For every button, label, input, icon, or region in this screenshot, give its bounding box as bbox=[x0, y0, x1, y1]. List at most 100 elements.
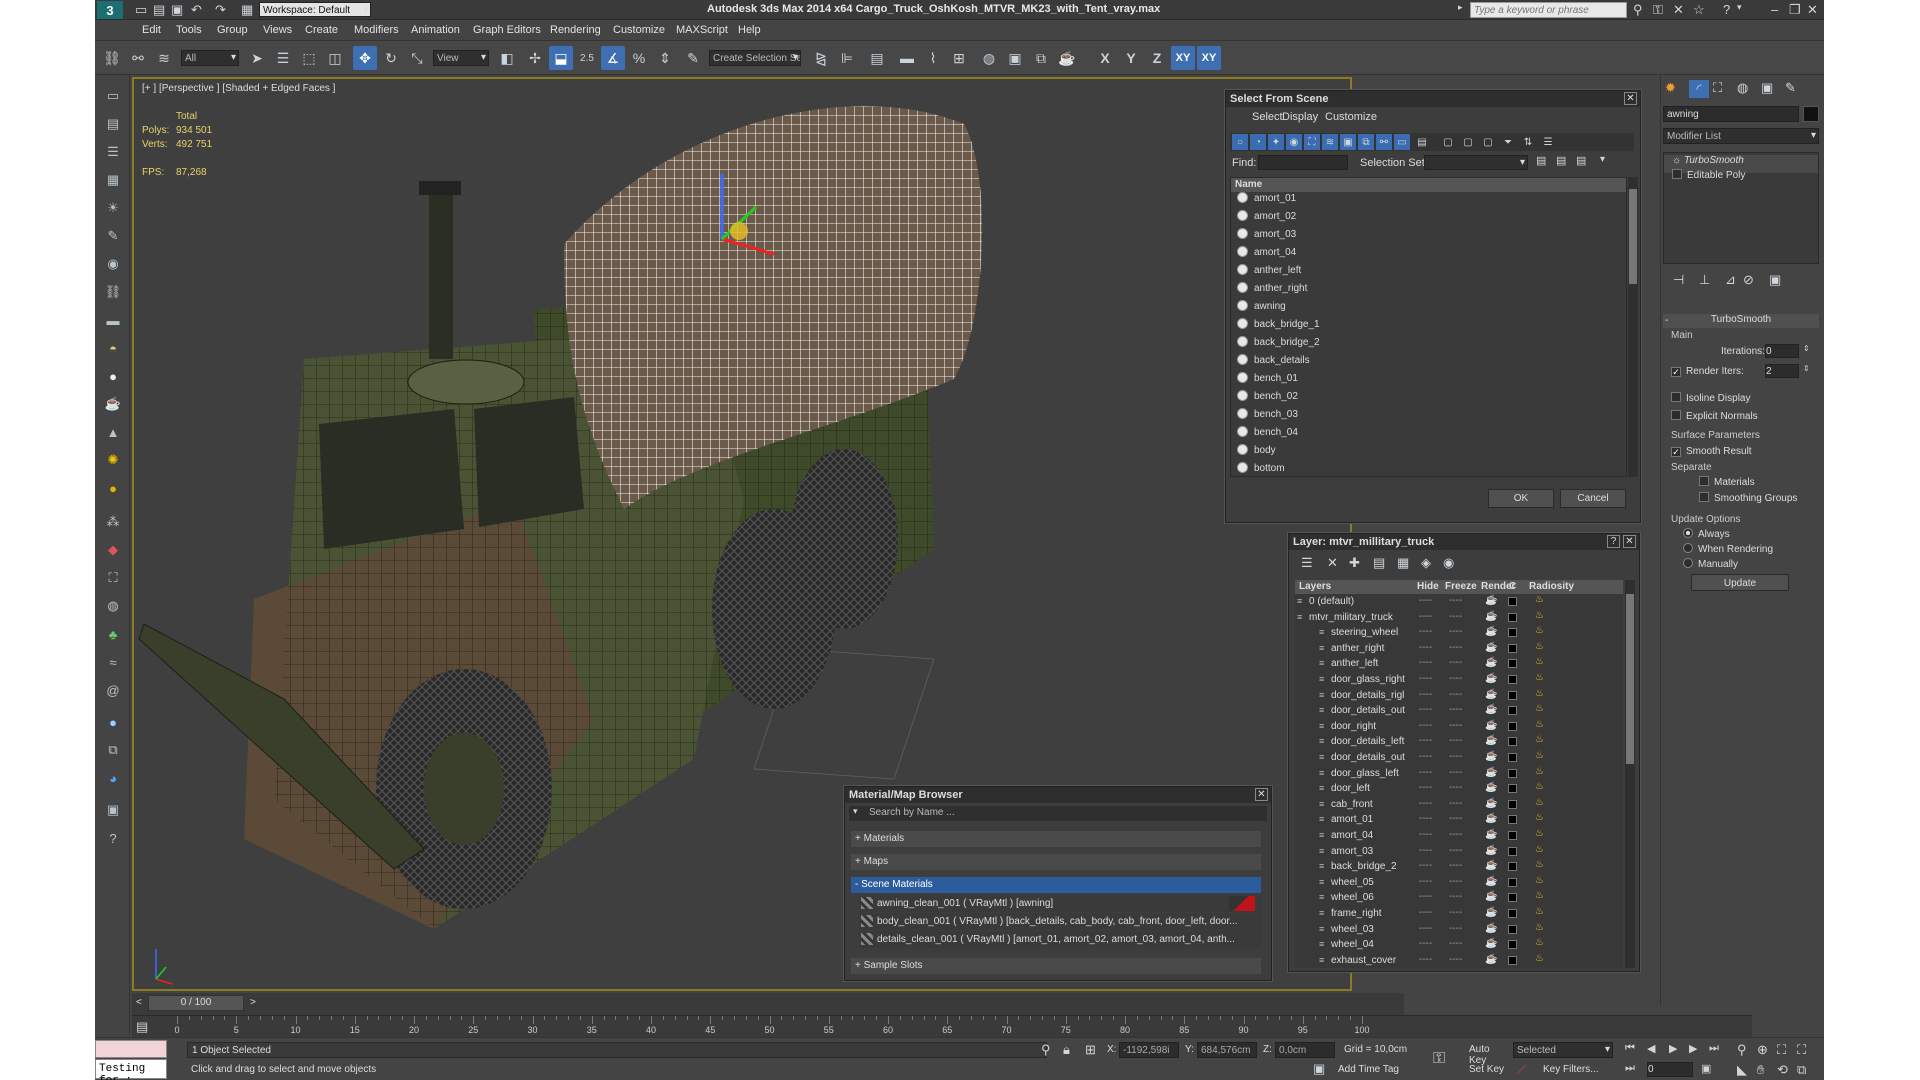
ribbon-toggle-icon[interactable]: ▬ bbox=[895, 46, 919, 70]
filter-cameras-icon[interactable]: ◉ bbox=[1286, 134, 1302, 150]
layer-color-swatch[interactable] bbox=[1508, 924, 1517, 934]
teapot-render-icon[interactable]: ☕ bbox=[1485, 845, 1497, 856]
layer-color-swatch[interactable] bbox=[1508, 862, 1517, 872]
hide-toggle[interactable]: ---- bbox=[1419, 751, 1432, 762]
layer-row[interactable]: ≡ mtvr_military_truck ---- ---- ☕ ♨ bbox=[1295, 610, 1623, 625]
teapot-render-icon[interactable]: ☕ bbox=[1485, 657, 1497, 668]
next-frame-icon[interactable]: ▶︎ bbox=[1689, 1042, 1697, 1055]
layer-color-swatch[interactable] bbox=[1508, 721, 1517, 731]
update-manually-radio[interactable]: Manually bbox=[1683, 558, 1738, 570]
filter-containers-icon[interactable]: ▭ bbox=[1394, 134, 1410, 150]
group-maps[interactable]: + Maps bbox=[851, 854, 1261, 870]
hide-toggle[interactable]: ---- bbox=[1419, 798, 1432, 809]
teapot-render-icon[interactable]: ☕ bbox=[1485, 938, 1497, 949]
freeze-toggle[interactable]: ---- bbox=[1449, 907, 1462, 918]
teapot-render-icon[interactable]: ☕ bbox=[1485, 704, 1497, 715]
unlink-icon[interactable]: ⚯ bbox=[126, 46, 150, 70]
selection-lock-icon[interactable]: 🔒︎ bbox=[1063, 1042, 1070, 1058]
keyboard-shortcut-override-icon[interactable]: ⬓ bbox=[549, 46, 573, 70]
help-icon[interactable]: ? bbox=[1607, 535, 1620, 548]
spinner-snap-icon[interactable]: ⇕ bbox=[653, 46, 677, 70]
layer-color-swatch[interactable] bbox=[1508, 955, 1517, 965]
remove-modifier-icon[interactable]: ⊘ bbox=[1743, 272, 1754, 288]
freeze-toggle[interactable]: ---- bbox=[1449, 798, 1462, 809]
edit-named-selection-icon[interactable]: ✎ bbox=[681, 46, 705, 70]
layer-object-row[interactable]: ≡ door_details_out ---- ---- ☕ ♨ bbox=[1295, 703, 1623, 718]
pivot-center-icon[interactable]: ◧ bbox=[495, 46, 519, 70]
radiosity-lamp-icon[interactable]: ♨ bbox=[1535, 750, 1544, 761]
sun-icon[interactable]: ✺ bbox=[102, 449, 124, 471]
teapot-render-icon[interactable]: ☕ bbox=[1485, 595, 1497, 606]
radiosity-lamp-icon[interactable]: ♨ bbox=[1535, 922, 1544, 933]
hide-toggle[interactable]: ---- bbox=[1419, 891, 1432, 902]
radiosity-lamp-icon[interactable]: ♨ bbox=[1535, 594, 1544, 605]
freeze-toggle[interactable]: ---- bbox=[1449, 782, 1462, 793]
teapot-render-icon[interactable]: ☕ bbox=[1485, 860, 1497, 871]
radiosity-lamp-icon[interactable]: ♨ bbox=[1535, 625, 1544, 636]
list-options-icon[interactable]: ☰ bbox=[1540, 134, 1556, 150]
hide-toggle[interactable]: ---- bbox=[1419, 595, 1432, 606]
hide-toggle[interactable]: ---- bbox=[1419, 782, 1432, 793]
menu-maxscript[interactable]: MAXScript bbox=[676, 24, 728, 36]
undo-icon[interactable]: ↶ bbox=[191, 2, 202, 18]
modify-tab-icon[interactable]: ◜ bbox=[1689, 80, 1709, 98]
freeze-toggle[interactable]: ---- bbox=[1449, 876, 1462, 887]
time-slider[interactable]: < 0 / 100 > bbox=[132, 993, 1404, 1015]
play-icon[interactable]: ▶︎ bbox=[1669, 1042, 1677, 1055]
hide-toggle[interactable]: ---- bbox=[1419, 735, 1432, 746]
previous-frame-icon[interactable]: ◀︎ bbox=[1647, 1042, 1655, 1055]
list-item[interactable]: back_bridge_2 bbox=[1231, 336, 1626, 354]
layer-object-row[interactable]: ≡ back_bridge_2 ---- ---- ☕ ♨ bbox=[1295, 859, 1623, 874]
key-mode-toggle-icon[interactable]: ⏭ bbox=[1625, 1062, 1635, 1075]
plant-icon[interactable]: ♣ bbox=[102, 623, 124, 645]
menu-rendering[interactable]: Rendering bbox=[550, 24, 601, 36]
container-icon[interactable]: ▭ bbox=[102, 85, 124, 107]
teapot-render-icon[interactable]: ☕ bbox=[1485, 829, 1497, 840]
schematic-view-icon[interactable]: ⊞ bbox=[947, 46, 971, 70]
layer-object-row[interactable]: ≡ door_details_rigl ---- ---- ☕ ♨ bbox=[1295, 688, 1623, 703]
key-selection-dropdown[interactable]: Selected bbox=[1513, 1042, 1613, 1058]
separate-smoothing-checkbox[interactable]: Smoothing Groups bbox=[1699, 492, 1797, 504]
teapot-render-icon[interactable]: ☕ bbox=[1485, 954, 1497, 965]
sfs-menu-display[interactable]: Display bbox=[1282, 111, 1318, 123]
layer-row[interactable]: ≡ 0 (default) ---- ---- ☕ ♨ bbox=[1295, 594, 1623, 609]
teapot-render-icon[interactable]: ☕ bbox=[1485, 673, 1497, 684]
hide-toggle[interactable]: ---- bbox=[1419, 704, 1432, 715]
hair-icon[interactable]: ≈ bbox=[102, 651, 124, 673]
hide-toggle[interactable]: ---- bbox=[1419, 767, 1432, 778]
col-color[interactable]: C bbox=[1509, 581, 1516, 592]
freeze-toggle[interactable]: ---- bbox=[1449, 704, 1462, 715]
object-color-swatch[interactable] bbox=[1803, 106, 1819, 122]
field-of-view-icon[interactable]: ◣ bbox=[1737, 1062, 1747, 1078]
help-circle-icon[interactable]: ? bbox=[102, 827, 124, 849]
teapot-icon[interactable]: ☕ bbox=[102, 393, 124, 415]
save-file-icon[interactable]: ▣ bbox=[171, 2, 183, 18]
teapot-render-icon[interactable]: ☕ bbox=[1485, 782, 1497, 793]
radiosity-lamp-icon[interactable]: ♨ bbox=[1535, 734, 1544, 745]
selection-filter-dropdown[interactable]: All bbox=[181, 50, 239, 66]
list-item[interactable]: anther_left bbox=[1231, 264, 1626, 282]
col-hide[interactable]: Hide bbox=[1417, 581, 1439, 592]
options-dropdown-icon[interactable]: ▾ bbox=[1600, 154, 1605, 165]
add-time-tag-button[interactable]: Add Time Tag bbox=[1335, 1062, 1425, 1078]
dome-icon[interactable]: ◓ bbox=[102, 337, 124, 359]
search-icon[interactable]: ⚲ bbox=[1633, 2, 1643, 18]
menu-tools[interactable]: Tools bbox=[176, 24, 202, 36]
freeze-toggle[interactable]: ---- bbox=[1449, 689, 1462, 700]
layer-object-row[interactable]: ≡ anther_left ---- ---- ☕ ♨ bbox=[1295, 656, 1623, 671]
freeze-toggle[interactable]: ---- bbox=[1449, 611, 1462, 622]
radiosity-lamp-icon[interactable]: ♨ bbox=[1535, 766, 1544, 777]
hide-all-layers-icon[interactable]: ◉ bbox=[1443, 555, 1454, 571]
radiosity-lamp-icon[interactable]: ♨ bbox=[1535, 641, 1544, 652]
remove-selection-set-icon[interactable]: ▤ bbox=[1556, 154, 1566, 167]
add-selection-set-icon[interactable]: ▤ bbox=[1536, 154, 1546, 167]
go-to-end-icon[interactable]: ⏭ bbox=[1709, 1042, 1719, 1055]
list-item[interactable]: bench_01 bbox=[1231, 372, 1626, 390]
filter-helpers-icon[interactable]: ⛶ bbox=[1304, 134, 1320, 150]
go-to-start-icon[interactable]: ⏮ bbox=[1625, 1042, 1635, 1055]
layer-object-row[interactable]: ≡ wheel_05 ---- ---- ☕ ♨ bbox=[1295, 875, 1623, 890]
close-icon[interactable]: ✕ bbox=[1623, 535, 1636, 548]
list-item[interactable]: anther_right bbox=[1231, 282, 1626, 300]
maxscript-listener-pink[interactable] bbox=[95, 1040, 167, 1058]
mirror-icon[interactable]: ⧎ bbox=[809, 46, 833, 70]
